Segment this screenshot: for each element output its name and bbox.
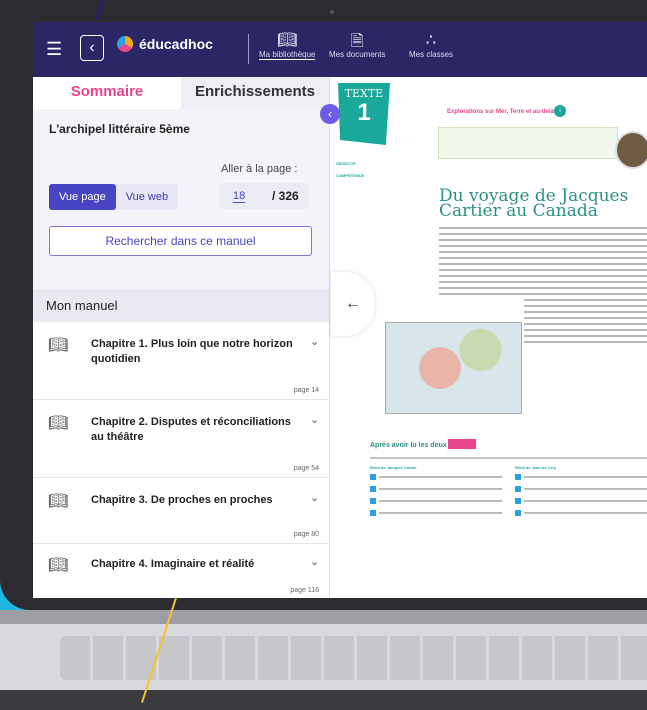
nav-label: Mes documents <box>329 50 386 59</box>
app-bar: ☰ ‹ éducadhoc 📖︎ Ma bibliothèque 🗎︎ Mes … <box>33 22 647 77</box>
brand-name: éducadhoc <box>139 36 213 52</box>
chapter-item[interactable]: 📖︎ Chapitre 4. Imaginaire et réalité ⌄ p… <box>33 555 329 598</box>
book-icon: 📖︎ <box>48 557 69 574</box>
chevron-down-icon[interactable]: ⌄ <box>310 413 319 426</box>
divider <box>248 34 249 64</box>
chapter-item[interactable]: 📖︎ Chapitre 3. De proches en proches ⌄ p… <box>33 491 329 544</box>
tab-enrichissements[interactable]: Enrichissements <box>181 77 329 109</box>
competence-label: COMPÉTENCE <box>336 173 365 178</box>
view-page-button[interactable]: Vue page <box>49 184 116 210</box>
base-edge <box>0 690 647 710</box>
app-screen: ☰ ‹ éducadhoc 📖︎ Ma bibliothèque 🗎︎ Mes … <box>33 22 647 598</box>
chevron-down-icon[interactable]: ⌄ <box>310 335 319 348</box>
search-manual-button[interactable]: Rechercher dans ce manuel <box>49 226 312 256</box>
nav-mes-documents[interactable]: 🗎︎ Mes documents <box>329 30 385 59</box>
chapter-title: Chapitre 1. Plus loin que notre horizon … <box>91 338 293 365</box>
info-icon[interactable]: i <box>554 105 566 117</box>
section-header: Mon manuel <box>33 289 329 322</box>
laptop-base <box>0 610 647 710</box>
nav-ma-bibliotheque[interactable]: 📖︎ Ma bibliothèque <box>259 30 316 60</box>
questions-col-cartier: Récit de Jacques Cartier <box>370 465 502 522</box>
book-icon: 📖︎ <box>48 415 69 432</box>
badge-number: 1 <box>357 99 371 126</box>
chapter-title: Chapitre 4. Imaginaire et réalité <box>91 558 255 570</box>
nav-label: Mes classes <box>409 50 454 59</box>
current-page-input[interactable]: 18 <box>233 190 246 203</box>
chevron-down-icon[interactable]: ⌄ <box>310 491 319 504</box>
brand-logo[interactable]: éducadhoc <box>117 36 213 52</box>
objectif-block: OBJECTIF COMPÉTENCE <box>336 161 392 179</box>
chapter-page: page 116 <box>290 587 319 594</box>
book-icon: 📖︎ <box>48 337 69 354</box>
col-heading: Récit de Jean de Léry <box>515 465 557 470</box>
book-open-icon: 📖︎ <box>277 32 298 49</box>
keyboard-area <box>60 636 647 680</box>
book-title: L'archipel littéraire 5ème <box>49 122 190 136</box>
menu-icon[interactable]: ☰ <box>46 40 62 58</box>
objectif-label: OBJECTIF <box>336 161 356 166</box>
badge-word: TEXTE <box>344 87 384 100</box>
intro-box <box>438 127 618 159</box>
goto-page-label: Aller à la page : <box>221 163 298 175</box>
chevron-down-icon[interactable]: ⌄ <box>310 555 319 568</box>
hinge <box>0 610 647 624</box>
chapter-page: page 14 <box>293 387 319 394</box>
col-heading: Récit de Jacques Cartier <box>370 465 417 470</box>
portrait-image <box>615 131 647 169</box>
arrow-left-icon[interactable]: ← <box>331 272 375 336</box>
texte-badge: TEXTE 1 <box>338 83 390 145</box>
view-toggle: Vue page Vue web <box>49 184 179 210</box>
exercise-badge <box>448 439 476 449</box>
chapter-item[interactable]: 📖︎ Chapitre 1. Plus loin que notre horiz… <box>33 335 329 400</box>
sidebar: Sommaire Enrichissements L'archipel litt… <box>33 77 329 598</box>
tab-sommaire[interactable]: Sommaire <box>33 77 181 109</box>
view-web-button[interactable]: Vue web <box>116 184 178 210</box>
page-viewer: TEXTE 1 OBJECTIF COMPÉTENCE Explorations… <box>329 77 647 598</box>
questions-block: Récit de Jacques Cartier Récit de Jean d… <box>370 457 647 587</box>
map-illustration <box>385 322 522 414</box>
chapter-title: Chapitre 2. Disputes et réconciliations … <box>91 416 291 443</box>
back-arrow-icon[interactable]: ‹ <box>80 35 104 61</box>
educadhoc-logo-icon <box>117 36 133 52</box>
theme-heading: Explorations sur Mer, Terre et au-delà <box>447 109 554 115</box>
chapter-page: page 80 <box>293 531 319 538</box>
document-icon: 🗎︎ <box>350 33 364 50</box>
users-icon: ∴ <box>425 32 437 49</box>
total-pages: / 326 <box>272 189 299 203</box>
book-icon: 📖︎ <box>48 493 69 510</box>
text-title: Du voyage de Jacques Cartier au Canada <box>439 186 629 221</box>
chapter-title: Chapitre 3. De proches en proches <box>91 494 273 506</box>
chapter-page: page 54 <box>293 465 319 472</box>
section-title: Mon manuel <box>46 298 118 313</box>
nav-label: Ma bibliothèque <box>259 50 316 60</box>
sidebar-tabs: Sommaire Enrichissements <box>33 77 329 109</box>
collapse-sidebar-button[interactable]: ‹ <box>320 104 340 124</box>
chapter-item[interactable]: 📖︎ Chapitre 2. Disputes et réconciliatio… <box>33 413 329 478</box>
nav-mes-classes[interactable]: ∴ Mes classes <box>409 30 453 59</box>
questions-col-lery: Récit de Jean de Léry <box>515 465 647 522</box>
page-number-field[interactable]: 18 / 326 <box>219 183 309 209</box>
camera <box>330 10 334 14</box>
